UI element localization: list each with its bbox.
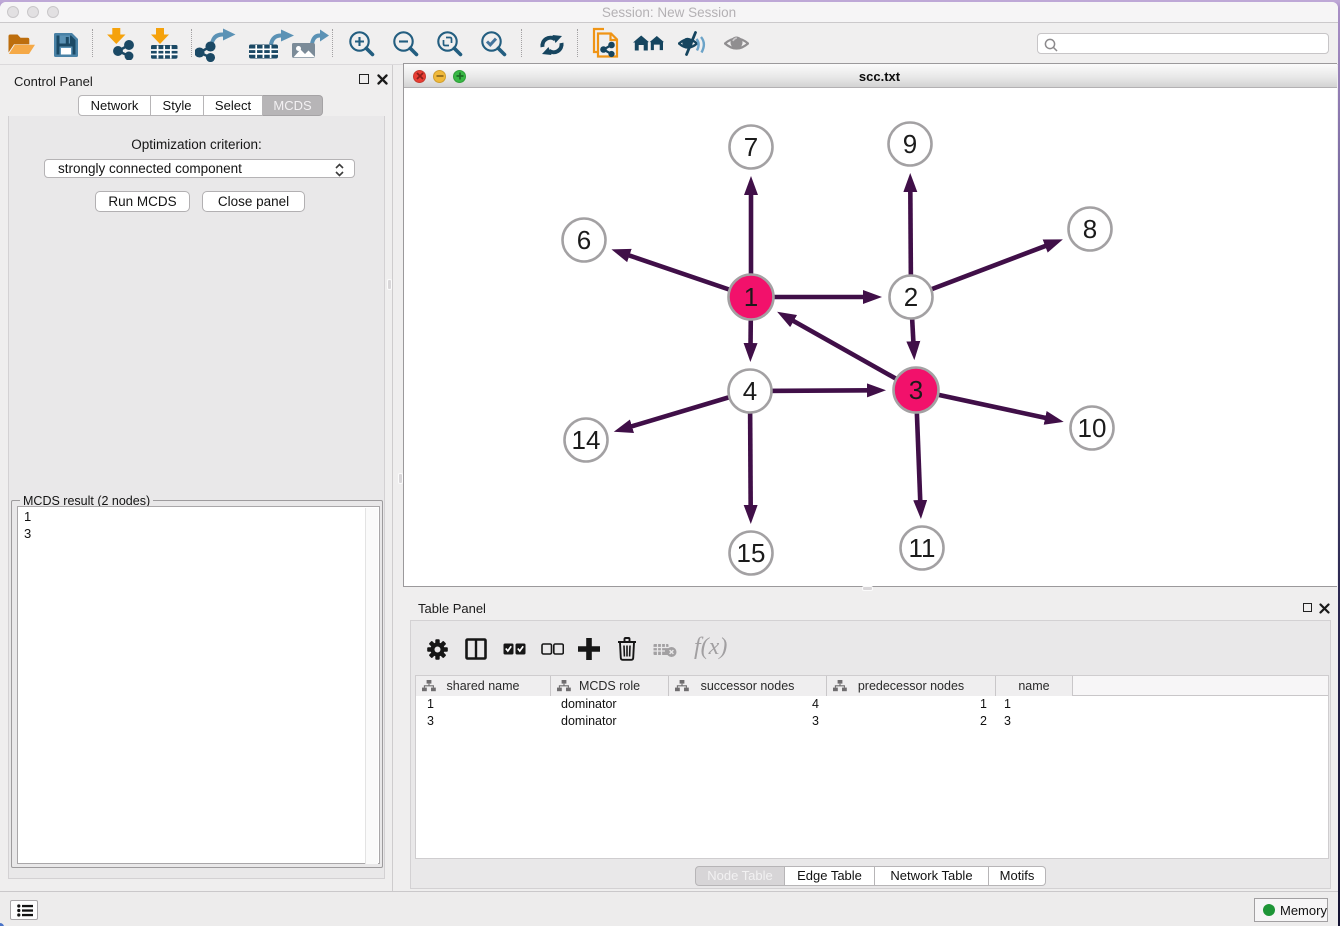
svg-text:3: 3 [909,375,923,405]
svg-text:2: 2 [904,282,918,312]
svg-text:8: 8 [1083,214,1097,244]
svg-text:10: 10 [1078,413,1107,443]
svg-text:11: 11 [909,533,936,563]
svg-text:1: 1 [744,282,758,312]
svg-text:9: 9 [903,129,917,159]
svg-text:4: 4 [743,376,757,406]
svg-text:7: 7 [744,132,758,162]
svg-text:15: 15 [737,538,766,568]
svg-text:6: 6 [577,225,591,255]
svg-text:14: 14 [572,425,601,455]
